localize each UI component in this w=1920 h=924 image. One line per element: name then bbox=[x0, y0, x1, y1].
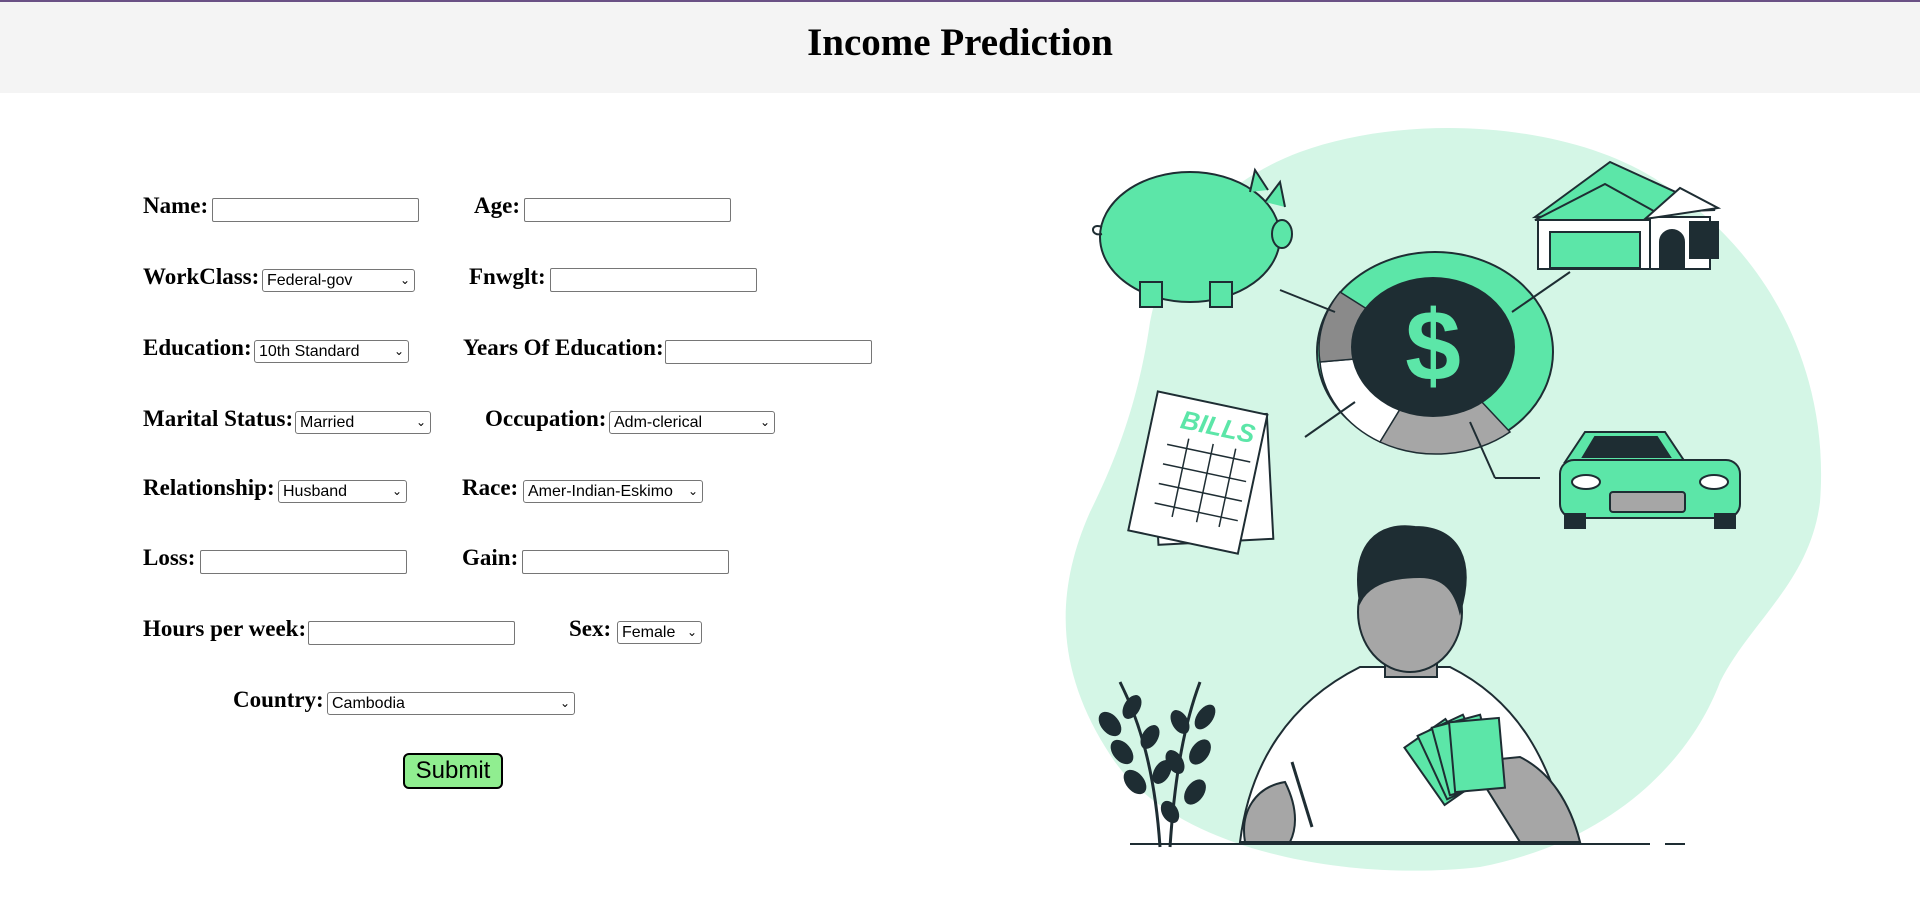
income-illustration: $ BILLS bbox=[1065, 128, 1822, 871]
race-label: Race: bbox=[462, 475, 519, 500]
marital-status-label: Marital Status: bbox=[143, 406, 294, 431]
loss-input[interactable] bbox=[200, 550, 407, 574]
hours-per-week-label: Hours per week: bbox=[143, 616, 307, 641]
loss-label: Loss: bbox=[143, 545, 196, 570]
years-of-education-label: Years Of Education: bbox=[463, 335, 664, 360]
relationship-selected-value: Husband bbox=[283, 483, 348, 500]
chevron-down-icon: ⌄ bbox=[559, 696, 570, 710]
workclass-selected-value: Federal-gov bbox=[267, 272, 353, 289]
marital-status-select[interactable]: Married ⌄ bbox=[295, 411, 431, 434]
workclass-select[interactable]: Federal-gov ⌄ bbox=[262, 269, 415, 292]
chevron-down-icon: ⌄ bbox=[415, 415, 426, 429]
submit-button[interactable]: Submit bbox=[403, 753, 503, 789]
workclass-label: WorkClass: bbox=[143, 264, 260, 289]
page-header: Income Prediction bbox=[0, 2, 1920, 93]
sex-select[interactable]: Female ⌄ bbox=[617, 621, 702, 644]
occupation-select[interactable]: Adm-clerical ⌄ bbox=[609, 411, 775, 434]
name-label: Name: bbox=[143, 193, 209, 218]
dollar-symbol: $ bbox=[1405, 290, 1461, 402]
occupation-label: Occupation: bbox=[485, 406, 607, 431]
country-label: Country: bbox=[233, 687, 324, 712]
fnwglt-input[interactable] bbox=[550, 268, 757, 292]
country-selected-value: Cambodia bbox=[332, 695, 405, 712]
fnwglt-label: Fnwglt: bbox=[469, 264, 546, 289]
sex-selected-value: Female bbox=[622, 624, 676, 641]
chevron-down-icon: ⌄ bbox=[759, 415, 770, 429]
chevron-down-icon: ⌄ bbox=[393, 344, 404, 358]
chevron-down-icon: ⌄ bbox=[391, 484, 402, 498]
education-label: Education: bbox=[143, 335, 252, 360]
education-select[interactable]: 10th Standard ⌄ bbox=[254, 340, 409, 363]
chevron-down-icon: ⌄ bbox=[687, 484, 698, 498]
relationship-label: Relationship: bbox=[143, 475, 275, 500]
page-title: Income Prediction bbox=[807, 21, 1113, 64]
country-select[interactable]: Cambodia ⌄ bbox=[327, 692, 575, 715]
gain-input[interactable] bbox=[522, 550, 729, 574]
education-selected-value: 10th Standard bbox=[259, 343, 360, 360]
chevron-down-icon: ⌄ bbox=[399, 273, 410, 287]
name-input[interactable] bbox=[212, 198, 419, 222]
age-label: Age: bbox=[474, 193, 520, 218]
occupation-selected-value: Adm-clerical bbox=[614, 414, 703, 431]
race-select[interactable]: Amer-Indian-Eskimo ⌄ bbox=[523, 480, 703, 503]
race-selected-value: Amer-Indian-Eskimo bbox=[528, 483, 673, 500]
age-input[interactable] bbox=[524, 198, 731, 222]
hours-per-week-input[interactable] bbox=[308, 621, 515, 645]
relationship-select[interactable]: Husband ⌄ bbox=[278, 480, 407, 503]
sex-label: Sex: bbox=[569, 616, 612, 641]
chevron-down-icon: ⌄ bbox=[686, 625, 697, 639]
gain-label: Gain: bbox=[462, 545, 519, 570]
marital-status-selected-value: Married bbox=[300, 414, 355, 431]
years-of-education-input[interactable] bbox=[665, 340, 872, 364]
